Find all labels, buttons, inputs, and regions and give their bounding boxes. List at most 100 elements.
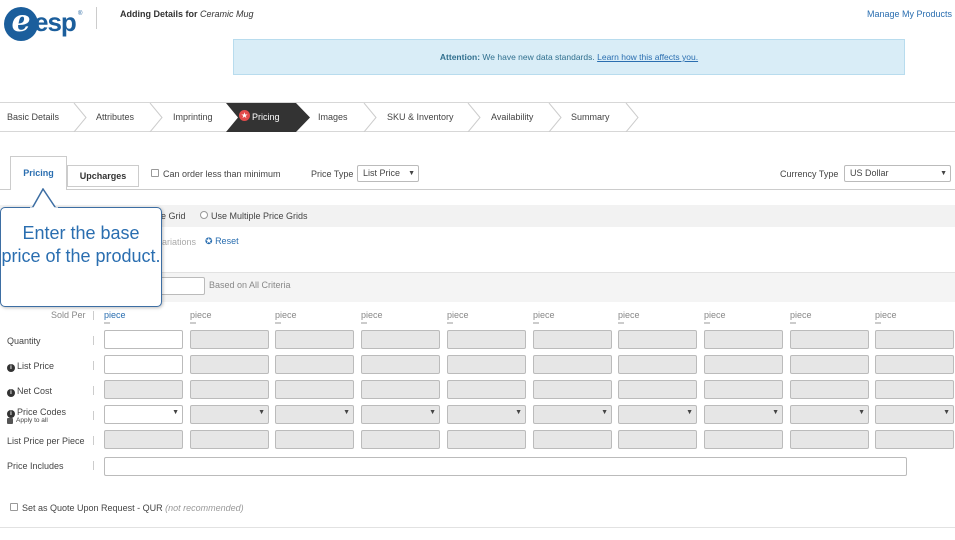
price-code-select[interactable]: ▼ [190,405,269,424]
header-divider [96,7,97,29]
quantity-input[interactable] [875,330,954,349]
info-icon[interactable]: i [7,410,15,418]
list-price-input[interactable] [533,355,612,374]
attention-learn-link[interactable]: Learn how this affects you. [597,52,698,62]
list-price-per-piece-input[interactable] [104,430,183,449]
manage-products-link[interactable]: Manage My Products [867,9,952,19]
logo-text: esp [34,7,77,37]
step-attributes[interactable]: Attributes [96,103,134,132]
list-price-per-piece-input[interactable] [361,430,440,449]
price-code-select[interactable]: ▼ [104,405,183,424]
step-images[interactable]: Images [318,103,348,132]
list-price-per-piece-input[interactable] [704,430,783,449]
can-order-less-label: Can order less than minimum [163,169,281,179]
price-code-select[interactable]: ▼ [618,405,697,424]
step-imprinting[interactable]: Imprinting [173,103,213,132]
net-cost-input[interactable] [361,380,440,399]
price-code-select[interactable]: ▼ [704,405,783,424]
list-price-input[interactable] [875,355,954,374]
can-order-less-checkbox[interactable] [151,169,159,177]
criteria-input[interactable] [158,277,205,295]
quantity-input[interactable] [704,330,783,349]
list-price-input[interactable] [104,355,183,374]
step-pricing-label: Pricing [252,112,280,122]
net-cost-input[interactable] [190,380,269,399]
sold-per-unit[interactable]: piece [361,310,383,320]
step-summary[interactable]: Summary [571,103,610,132]
step-basic-details[interactable]: Basic Details [7,103,59,132]
list-price-input[interactable] [447,355,526,374]
currency-type-value: US Dollar [850,168,889,178]
list-price-input[interactable] [618,355,697,374]
list-price-per-piece-input[interactable] [447,430,526,449]
info-icon[interactable]: i [7,389,15,397]
unit-underline [618,322,624,324]
step-sku-inventory[interactable]: SKU & Inventory [387,103,454,132]
list-price-input[interactable] [275,355,354,374]
sold-per-unit[interactable]: piece [533,310,555,320]
sold-per-unit[interactable]: piece [618,310,640,320]
price-code-select[interactable]: ▼ [533,405,612,424]
net-cost-input[interactable] [704,380,783,399]
chevron-down-icon: ▼ [408,170,415,177]
net-cost-input[interactable] [275,380,354,399]
logo-registered-mark: ® [78,11,83,17]
multiple-grids-radio[interactable] [200,211,208,219]
quantity-input[interactable] [533,330,612,349]
price-code-select[interactable]: ▼ [361,405,440,424]
sold-per-unit[interactable]: piece [275,310,297,320]
quantity-input[interactable] [447,330,526,349]
net-cost-input[interactable] [875,380,954,399]
sold-per-unit[interactable]: piece [704,310,726,320]
price-code-select[interactable]: ▼ [275,405,354,424]
tooltip-text: Enter the base price of the product. [1,223,161,266]
price-includes-input[interactable] [104,457,907,476]
quantity-input[interactable] [361,330,440,349]
price-code-select[interactable]: ▼ [790,405,869,424]
info-icon[interactable]: i [7,364,15,372]
step-availability[interactable]: Availability [491,103,533,132]
reset-button[interactable]: ✪ Reset [205,236,239,247]
sold-per-unit[interactable]: piece [104,310,126,320]
net-cost-input[interactable] [447,380,526,399]
apply-to-all-checkbox[interactable] [7,418,13,424]
list-price-per-piece-input[interactable] [790,430,869,449]
quantity-input[interactable] [618,330,697,349]
unit-underline [361,322,367,324]
tab-pricing[interactable]: Pricing [10,156,67,190]
sold-per-unit[interactable]: piece [447,310,469,320]
list-price-input[interactable] [190,355,269,374]
esp-logo[interactable]: e esp ® [4,5,82,41]
net-cost-input[interactable] [618,380,697,399]
list-price-input[interactable] [704,355,783,374]
chevron-down-icon: ▼ [940,170,947,177]
price-code-select[interactable]: ▼ [447,405,526,424]
row-separator [93,386,94,395]
list-price-per-piece-input[interactable] [875,430,954,449]
qur-checkbox[interactable] [10,503,18,511]
sold-per-unit[interactable]: piece [875,310,897,320]
list-price-per-piece-input[interactable] [618,430,697,449]
net-cost-input[interactable] [533,380,612,399]
net-cost-input[interactable] [790,380,869,399]
net-cost-input[interactable] [104,380,183,399]
list-price-per-piece-input[interactable] [275,430,354,449]
currency-type-select[interactable]: US Dollar ▼ [844,165,951,182]
quantity-input[interactable] [790,330,869,349]
list-price-input[interactable] [790,355,869,374]
sold-per-unit[interactable]: piece [190,310,212,320]
price-type-label: Price Type [311,169,354,179]
price-type-select[interactable]: List Price ▼ [357,165,419,182]
quantity-input[interactable] [104,330,183,349]
list-price-per-piece-input[interactable] [533,430,612,449]
step-pricing[interactable]: ★ Pricing [239,103,280,132]
quantity-input[interactable] [190,330,269,349]
list-price-input[interactable] [361,355,440,374]
net-cost-text: Net Cost [17,386,53,396]
price-code-select[interactable]: ▼ [875,405,954,424]
quantity-input[interactable] [275,330,354,349]
sold-per-unit[interactable]: piece [790,310,812,320]
price-type-value: List Price [363,168,401,178]
tab-upcharges[interactable]: Upcharges [67,165,139,187]
list-price-per-piece-input[interactable] [190,430,269,449]
